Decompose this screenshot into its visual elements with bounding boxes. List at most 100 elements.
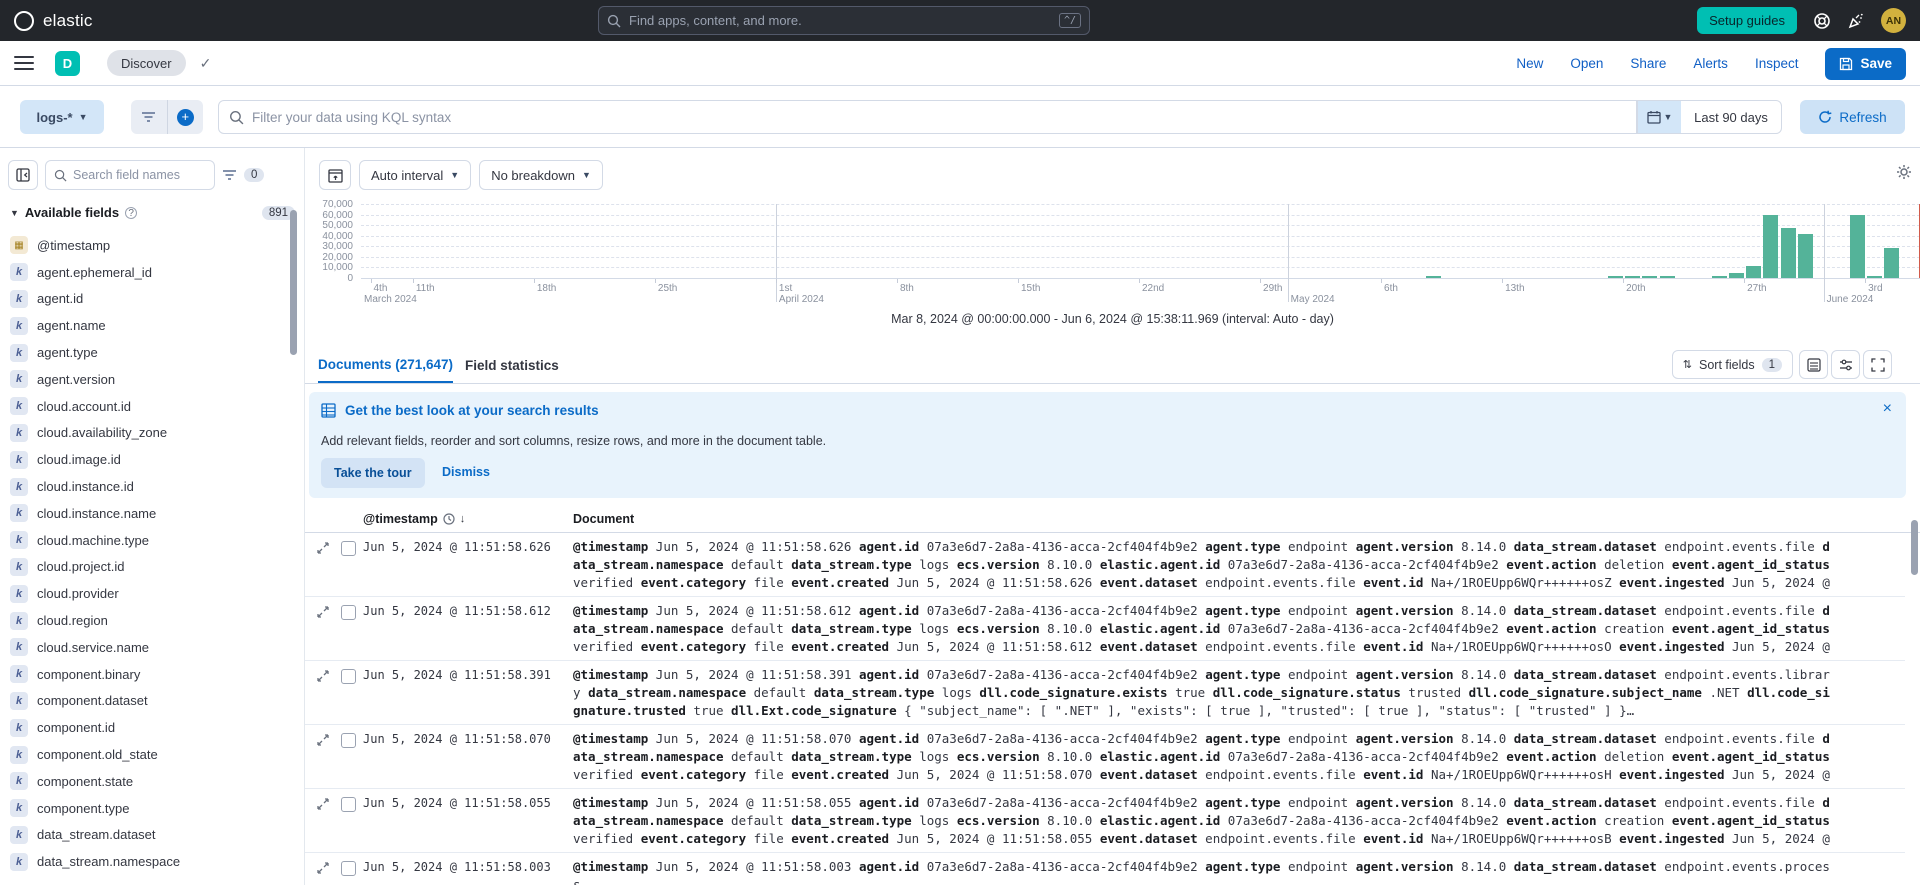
histogram-bar[interactable]	[1798, 234, 1813, 278]
tab-field-statistics[interactable]: Field statistics	[465, 348, 559, 383]
histogram-bar[interactable]	[1729, 273, 1744, 278]
chart-options-icon[interactable]	[1896, 164, 1912, 180]
display-density-button[interactable]	[1799, 350, 1828, 379]
new-link[interactable]: New	[1516, 56, 1543, 71]
alerts-link[interactable]: Alerts	[1693, 56, 1728, 71]
field-item[interactable]: kdata_stream.namespace	[10, 848, 290, 875]
histogram-bar[interactable]	[1642, 276, 1657, 278]
field-item[interactable]: kcloud.instance.id	[10, 473, 290, 500]
document-column-header[interactable]: Document	[573, 505, 634, 533]
field-item[interactable]: kcloud.instance.name	[10, 500, 290, 527]
breadcrumb[interactable]: Discover	[107, 50, 186, 76]
row-checkbox[interactable]	[341, 541, 356, 556]
histogram-bar[interactable]	[1608, 276, 1623, 278]
date-quick-select-button[interactable]: ▼	[1638, 101, 1681, 133]
row-checkbox[interactable]	[341, 861, 356, 876]
table-scrollbar[interactable]	[1911, 508, 1918, 883]
histogram-bar[interactable]	[1746, 266, 1761, 278]
field-item[interactable]: kcloud.project.id	[10, 554, 290, 581]
share-link[interactable]: Share	[1630, 56, 1666, 71]
histogram-bar[interactable]	[1712, 276, 1727, 278]
field-item[interactable]: kcomponent.old_state	[10, 741, 290, 768]
checkmark-icon[interactable]: ✓	[200, 55, 212, 72]
global-search-input[interactable]: Find apps, content, and more. ^/	[598, 6, 1090, 35]
histogram-bar[interactable]	[1660, 276, 1675, 278]
histogram-bar[interactable]	[1867, 276, 1882, 278]
tab-documents[interactable]: Documents (271,647)	[318, 348, 453, 383]
field-item[interactable]: kcloud.availability_zone	[10, 420, 290, 447]
expand-row-icon[interactable]	[317, 541, 329, 559]
field-item[interactable]: ▦@timestamp	[10, 232, 290, 259]
field-item[interactable]: kcloud.account.id	[10, 393, 290, 420]
field-item[interactable]: kagent.version	[10, 366, 290, 393]
field-item[interactable]: kagent.type	[10, 339, 290, 366]
avatar[interactable]: AN	[1881, 8, 1906, 33]
refresh-button[interactable]: Refresh	[1800, 100, 1905, 134]
histogram-bar[interactable]	[1625, 276, 1640, 278]
histogram-bar[interactable]	[1850, 215, 1865, 278]
expand-row-icon[interactable]	[317, 733, 329, 751]
field-item[interactable]: kcomponent.id	[10, 714, 290, 741]
time-range-button[interactable]: Last 90 days	[1681, 101, 1781, 133]
field-item[interactable]: kcomponent.dataset	[10, 688, 290, 715]
kql-query-input[interactable]: Filter your data using KQL syntax	[218, 100, 1637, 134]
field-item[interactable]: kcloud.provider	[10, 580, 290, 607]
sort-desc-icon[interactable]: ↓	[460, 513, 466, 525]
data-view-picker[interactable]: logs-*▼	[20, 100, 104, 134]
breakdown-select[interactable]: No breakdown▼	[479, 160, 603, 190]
field-item[interactable]: kcloud.service.name	[10, 634, 290, 661]
expand-row-icon[interactable]	[317, 605, 329, 623]
chevron-down-icon[interactable]: ▼	[10, 208, 19, 218]
timestamp-column-header[interactable]: @timestamp ↓	[363, 505, 465, 533]
dismiss-link[interactable]: Dismiss	[442, 465, 490, 479]
newsfeed-icon[interactable]	[1847, 12, 1865, 30]
field-item[interactable]: kagent.name	[10, 312, 290, 339]
field-item[interactable]: kcomponent.binary	[10, 661, 290, 688]
expand-row-icon[interactable]	[317, 861, 329, 879]
help-icon[interactable]	[1813, 12, 1831, 30]
field-search-input[interactable]: Search field names	[45, 160, 215, 190]
histogram-bar[interactable]	[1426, 276, 1441, 278]
inspect-link[interactable]: Inspect	[1755, 56, 1799, 71]
sort-fields-button[interactable]: ⇅ Sort fields 1	[1672, 350, 1793, 379]
edit-visualization-button[interactable]	[319, 160, 351, 190]
row-timestamp: Jun 5, 2024 @ 11:51:58.003	[363, 860, 551, 874]
field-item[interactable]: kcloud.machine.type	[10, 527, 290, 554]
row-checkbox[interactable]	[341, 669, 356, 684]
field-item[interactable]: kcloud.region	[10, 607, 290, 634]
field-item[interactable]: kdata_stream.dataset	[10, 822, 290, 849]
field-item[interactable]: kagent.ephemeral_id	[10, 259, 290, 286]
sidebar-scrollbar[interactable]	[290, 208, 297, 508]
x-axis-tick-label: 22nd	[1142, 283, 1164, 294]
expand-row-icon[interactable]	[317, 669, 329, 687]
field-item[interactable]: kagent.id	[10, 286, 290, 313]
menu-icon[interactable]	[14, 56, 34, 70]
close-icon[interactable]: ×	[1883, 400, 1892, 418]
field-filter-icon[interactable]	[222, 169, 237, 181]
field-item[interactable]: kcomponent.type	[10, 795, 290, 822]
histogram-bar[interactable]	[1884, 248, 1899, 278]
interval-select[interactable]: Auto interval▼	[359, 160, 471, 190]
setup-guides-button[interactable]: Setup guides	[1697, 7, 1797, 34]
elastic-logo[interactable]: elastic	[0, 11, 93, 31]
fullscreen-button[interactable]	[1863, 350, 1892, 379]
row-checkbox[interactable]	[341, 797, 356, 812]
add-filter-button[interactable]: +	[167, 100, 204, 134]
histogram-bar[interactable]	[1763, 215, 1778, 278]
calendar-icon	[1647, 110, 1661, 124]
expand-row-icon[interactable]	[317, 797, 329, 815]
discover-app-badge[interactable]: D	[55, 51, 80, 76]
open-link[interactable]: Open	[1570, 56, 1603, 71]
row-checkbox[interactable]	[341, 733, 356, 748]
collapse-sidebar-button[interactable]	[8, 160, 38, 190]
field-item[interactable]: kcloud.image.id	[10, 446, 290, 473]
take-tour-button[interactable]: Take the tour	[321, 458, 425, 488]
saved-query-menu-button[interactable]	[131, 100, 167, 134]
month-separator-line	[1288, 204, 1289, 302]
row-height-button[interactable]	[1831, 350, 1860, 379]
row-checkbox[interactable]	[341, 605, 356, 620]
save-button[interactable]: Save	[1825, 48, 1906, 80]
histogram-bar[interactable]	[1781, 228, 1796, 278]
field-item[interactable]: kcomponent.state	[10, 768, 290, 795]
info-icon[interactable]: ?	[125, 207, 137, 219]
